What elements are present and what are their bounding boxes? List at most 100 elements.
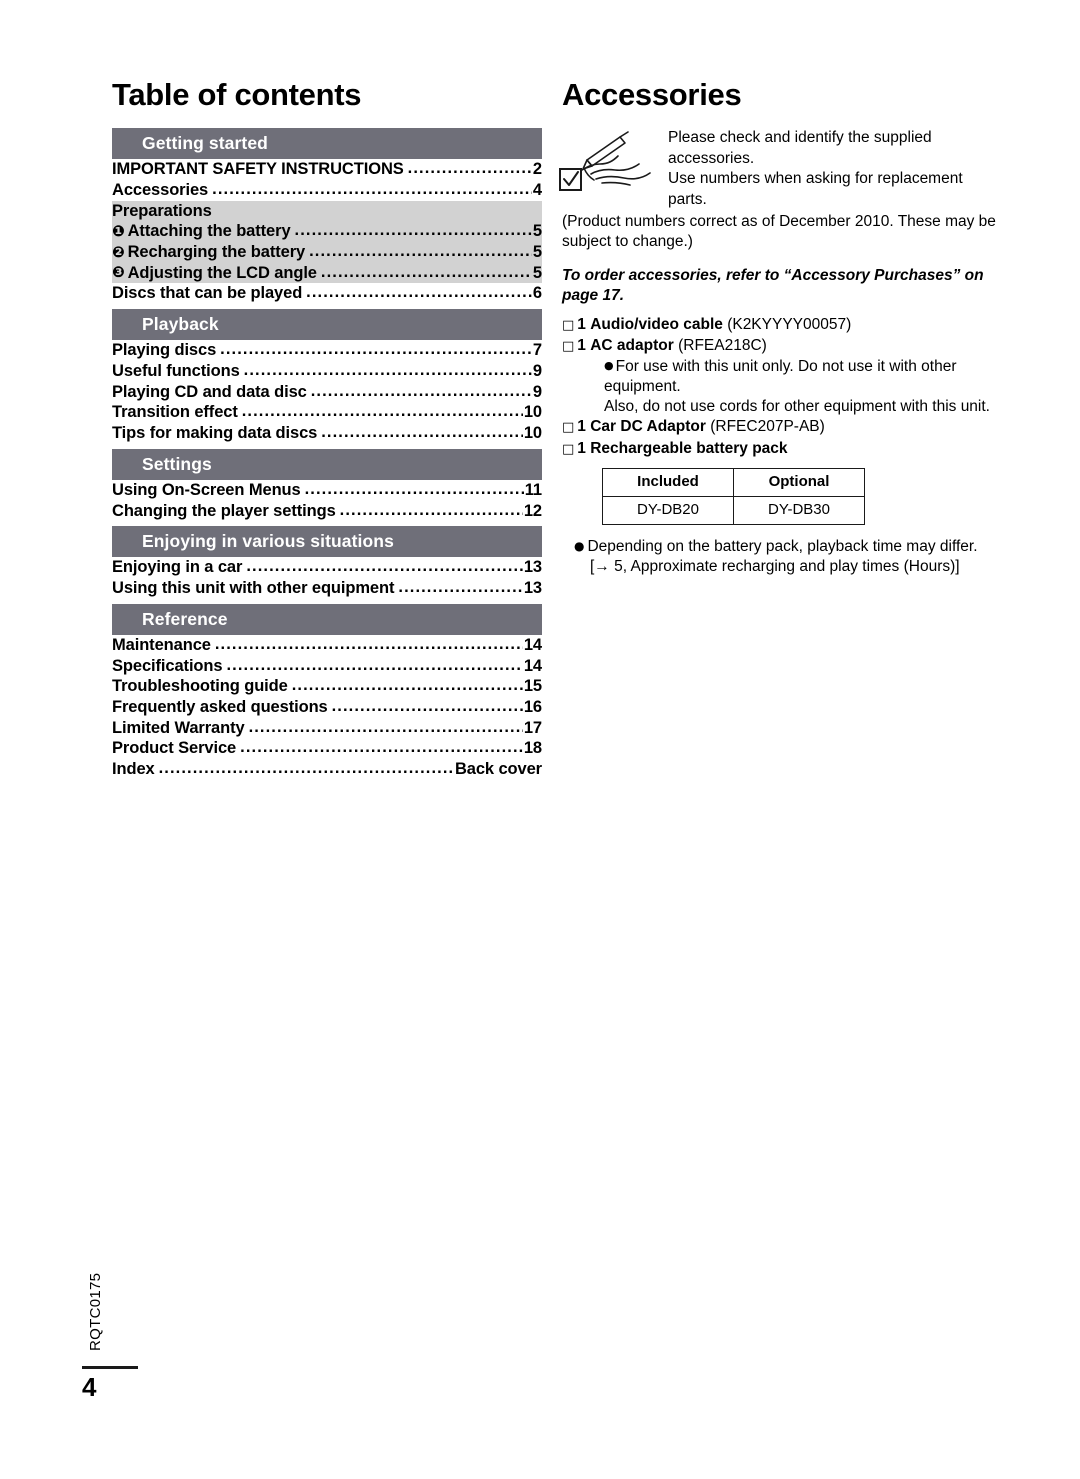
checkbox-icon[interactable]: □ — [562, 318, 577, 333]
column-header-optional: Optional — [733, 467, 865, 497]
toc-entry[interactable]: Accessories.............................… — [112, 180, 542, 201]
accessory-name: Rechargeable battery pack — [590, 439, 788, 457]
toc-entry-page: 15 — [523, 677, 542, 696]
toc-entry-label: Frequently asked questions — [112, 698, 328, 717]
ac-adaptor-note-line-1: ● For use with this unit only. Do not use… — [604, 357, 1002, 377]
toc-entry-label: Recharging the battery — [127, 243, 306, 262]
ac-adaptor-note-line-2: equipment. — [604, 378, 681, 396]
toc-entry[interactable]: Playing discs...........................… — [112, 340, 542, 361]
toc-section-band: Getting started — [112, 128, 542, 160]
toc-entry[interactable]: Enjoying in a car.......................… — [112, 557, 542, 578]
footer-divider — [82, 1366, 138, 1369]
page-title-table-of-contents: Table of contents — [112, 77, 362, 112]
accessory-item-car-dc-adaptor: □ 1 Car DC Adaptor (RFEC207P-AB) — [562, 417, 1002, 437]
battery-note-line-2: [→ 5, Approximate recharging and play ti… — [590, 557, 960, 575]
toc-entry-page: 4 — [532, 180, 542, 199]
toc-entry[interactable]: Changing the player settings............… — [112, 501, 542, 522]
toc-section-band: Playback — [112, 309, 542, 341]
toc-entry[interactable]: Specifications..........................… — [112, 656, 542, 677]
checkbox-icon[interactable]: □ — [562, 420, 577, 435]
toc-entry-label: Preparations — [112, 201, 212, 220]
accessories-intro-line-1: Please check and identify the supplied — [668, 129, 932, 147]
accessory-purchases-note: To order accessories, refer to “Accessor… — [562, 266, 984, 305]
toc-leader-dots: ........................................… — [310, 381, 532, 400]
ac-adaptor-note-line-3: Also, do not use cords for other equipme… — [604, 398, 990, 416]
toc-entry-label: Using this unit with other equipment — [112, 579, 395, 598]
toc-entry-page: 6 — [532, 284, 542, 303]
checkbox-icon[interactable]: □ — [562, 339, 577, 354]
toc-entry-page: 5 — [532, 263, 542, 282]
toc-leader-dots: ........................................… — [243, 360, 532, 379]
toc-entry[interactable]: Transition effect.......................… — [112, 402, 542, 423]
toc-entry-label: Limited Warranty — [112, 718, 245, 737]
document-code: RQTC0175 — [87, 1272, 104, 1351]
battery-note-line-1: Depending on the battery pack, playback … — [587, 537, 978, 555]
page-title-accessories: Accessories — [562, 77, 742, 112]
toc-entry[interactable]: Using On-Screen Menus...................… — [112, 480, 542, 501]
toc-entry[interactable]: ❷ Recharging the battery.................… — [112, 242, 542, 263]
toc-entry[interactable]: ❸ Adjusting the LCD angle................… — [112, 262, 542, 284]
toc-entry[interactable]: IMPORTANT SAFETY INSTRUCTIONS...........… — [112, 159, 542, 180]
toc-entry[interactable]: Discs that can be played................… — [112, 283, 542, 304]
checkbox-icon[interactable]: □ — [562, 442, 577, 457]
battery-pack-table: Included Optional DY-DB20 DY-DB30 — [602, 467, 865, 525]
toc-entry[interactable]: Troubleshooting guide...................… — [112, 676, 542, 697]
toc-entry[interactable]: Playing CD and data disc................… — [112, 382, 542, 403]
toc-entry-label: Index — [112, 760, 155, 779]
toc-leader-dots: ........................................… — [248, 717, 523, 736]
toc-step-number-icon: ❷ — [112, 242, 125, 261]
toc-entry-page: 5 — [532, 222, 542, 241]
toc-entry-label: Accessories — [112, 180, 209, 199]
toc-entry-page: 10 — [523, 403, 542, 422]
table-row: DY-DB20 DY-DB30 — [602, 495, 865, 525]
toc-leader-dots: ........................................… — [241, 402, 523, 421]
ac-adaptor-note-text: For use with this unit only. Do not use … — [615, 357, 957, 375]
accessories-intro-line-2: accessories. — [668, 149, 755, 167]
toc-step-number-icon: ❸ — [112, 263, 125, 282]
toc-entry-label: Discs that can be played — [112, 284, 303, 303]
toc-entry[interactable]: Index...................................… — [112, 759, 542, 780]
toc-entry-page: 13 — [523, 558, 542, 577]
toc-entry[interactable]: Tips for making data discs..............… — [112, 423, 542, 444]
toc-entry-page: 10 — [523, 424, 542, 443]
accessory-qty: 1 — [577, 418, 586, 436]
toc-entry[interactable]: Useful functions........................… — [112, 361, 542, 382]
column-header-included: Included — [602, 467, 734, 497]
accessory-name: Car DC Adaptor — [590, 418, 706, 436]
accessory-qty: 1 — [577, 439, 586, 457]
toc-entry-label: Using On-Screen Menus — [112, 480, 301, 499]
accessory-qty: 1 — [577, 336, 586, 354]
toc-leader-dots: ........................................… — [407, 159, 532, 178]
accessory-item-rechargeable-battery-pack: □ 1 Rechargeable battery pack — [562, 439, 1002, 459]
toc-section-band: Reference — [112, 603, 542, 635]
toc-entry-page: 7 — [532, 341, 542, 360]
cell-optional-model: DY-DB30 — [733, 495, 865, 525]
toc-entry-label: Playing discs — [112, 341, 217, 360]
toc-entry-label: Adjusting the LCD angle — [127, 263, 317, 282]
toc-entry[interactable]: ❶ Attaching the battery..................… — [112, 221, 542, 243]
toc-entry-label: Playing CD and data disc — [112, 382, 307, 401]
table-header-row: Included Optional — [602, 467, 865, 497]
toc-entry-label: IMPORTANT SAFETY INSTRUCTIONS — [112, 160, 404, 179]
toc-entry[interactable]: Preparations — [112, 200, 542, 222]
toc-section-band: Settings — [112, 448, 542, 480]
toc-entry-page: 17 — [523, 718, 542, 737]
toc-leader-dots: ........................................… — [331, 697, 523, 716]
toc-entry-page: Back cover — [454, 760, 542, 779]
toc-entry[interactable]: Frequently asked questions..............… — [112, 697, 542, 718]
toc-leader-dots: ........................................… — [240, 738, 523, 757]
toc-entry[interactable]: Using this unit with other equipment....… — [112, 578, 542, 599]
toc-entry-label: Product Service — [112, 739, 237, 758]
toc-entry[interactable]: Maintenance.............................… — [112, 635, 542, 656]
toc-entry[interactable]: Limited Warranty........................… — [112, 718, 542, 739]
toc-leader-dots: ........................................… — [158, 759, 454, 778]
toc-leader-dots: ........................................… — [320, 262, 532, 281]
toc-sections: Getting started IMPORTANT SAFETY INSTRUCT… — [112, 128, 542, 780]
battery-playback-note: ● Depending on the battery pack, playback… — [574, 537, 1002, 577]
table-of-contents-column: Table of contents Getting started IMPORTA… — [112, 77, 542, 780]
toc-entry[interactable]: Product Service.........................… — [112, 738, 542, 759]
toc-entry-page: 18 — [523, 739, 542, 758]
toc-entry-label: Transition effect — [112, 403, 238, 422]
accessory-code: (RFEC207P-AB) — [710, 418, 825, 436]
toc-leader-dots: ........................................… — [304, 479, 524, 498]
